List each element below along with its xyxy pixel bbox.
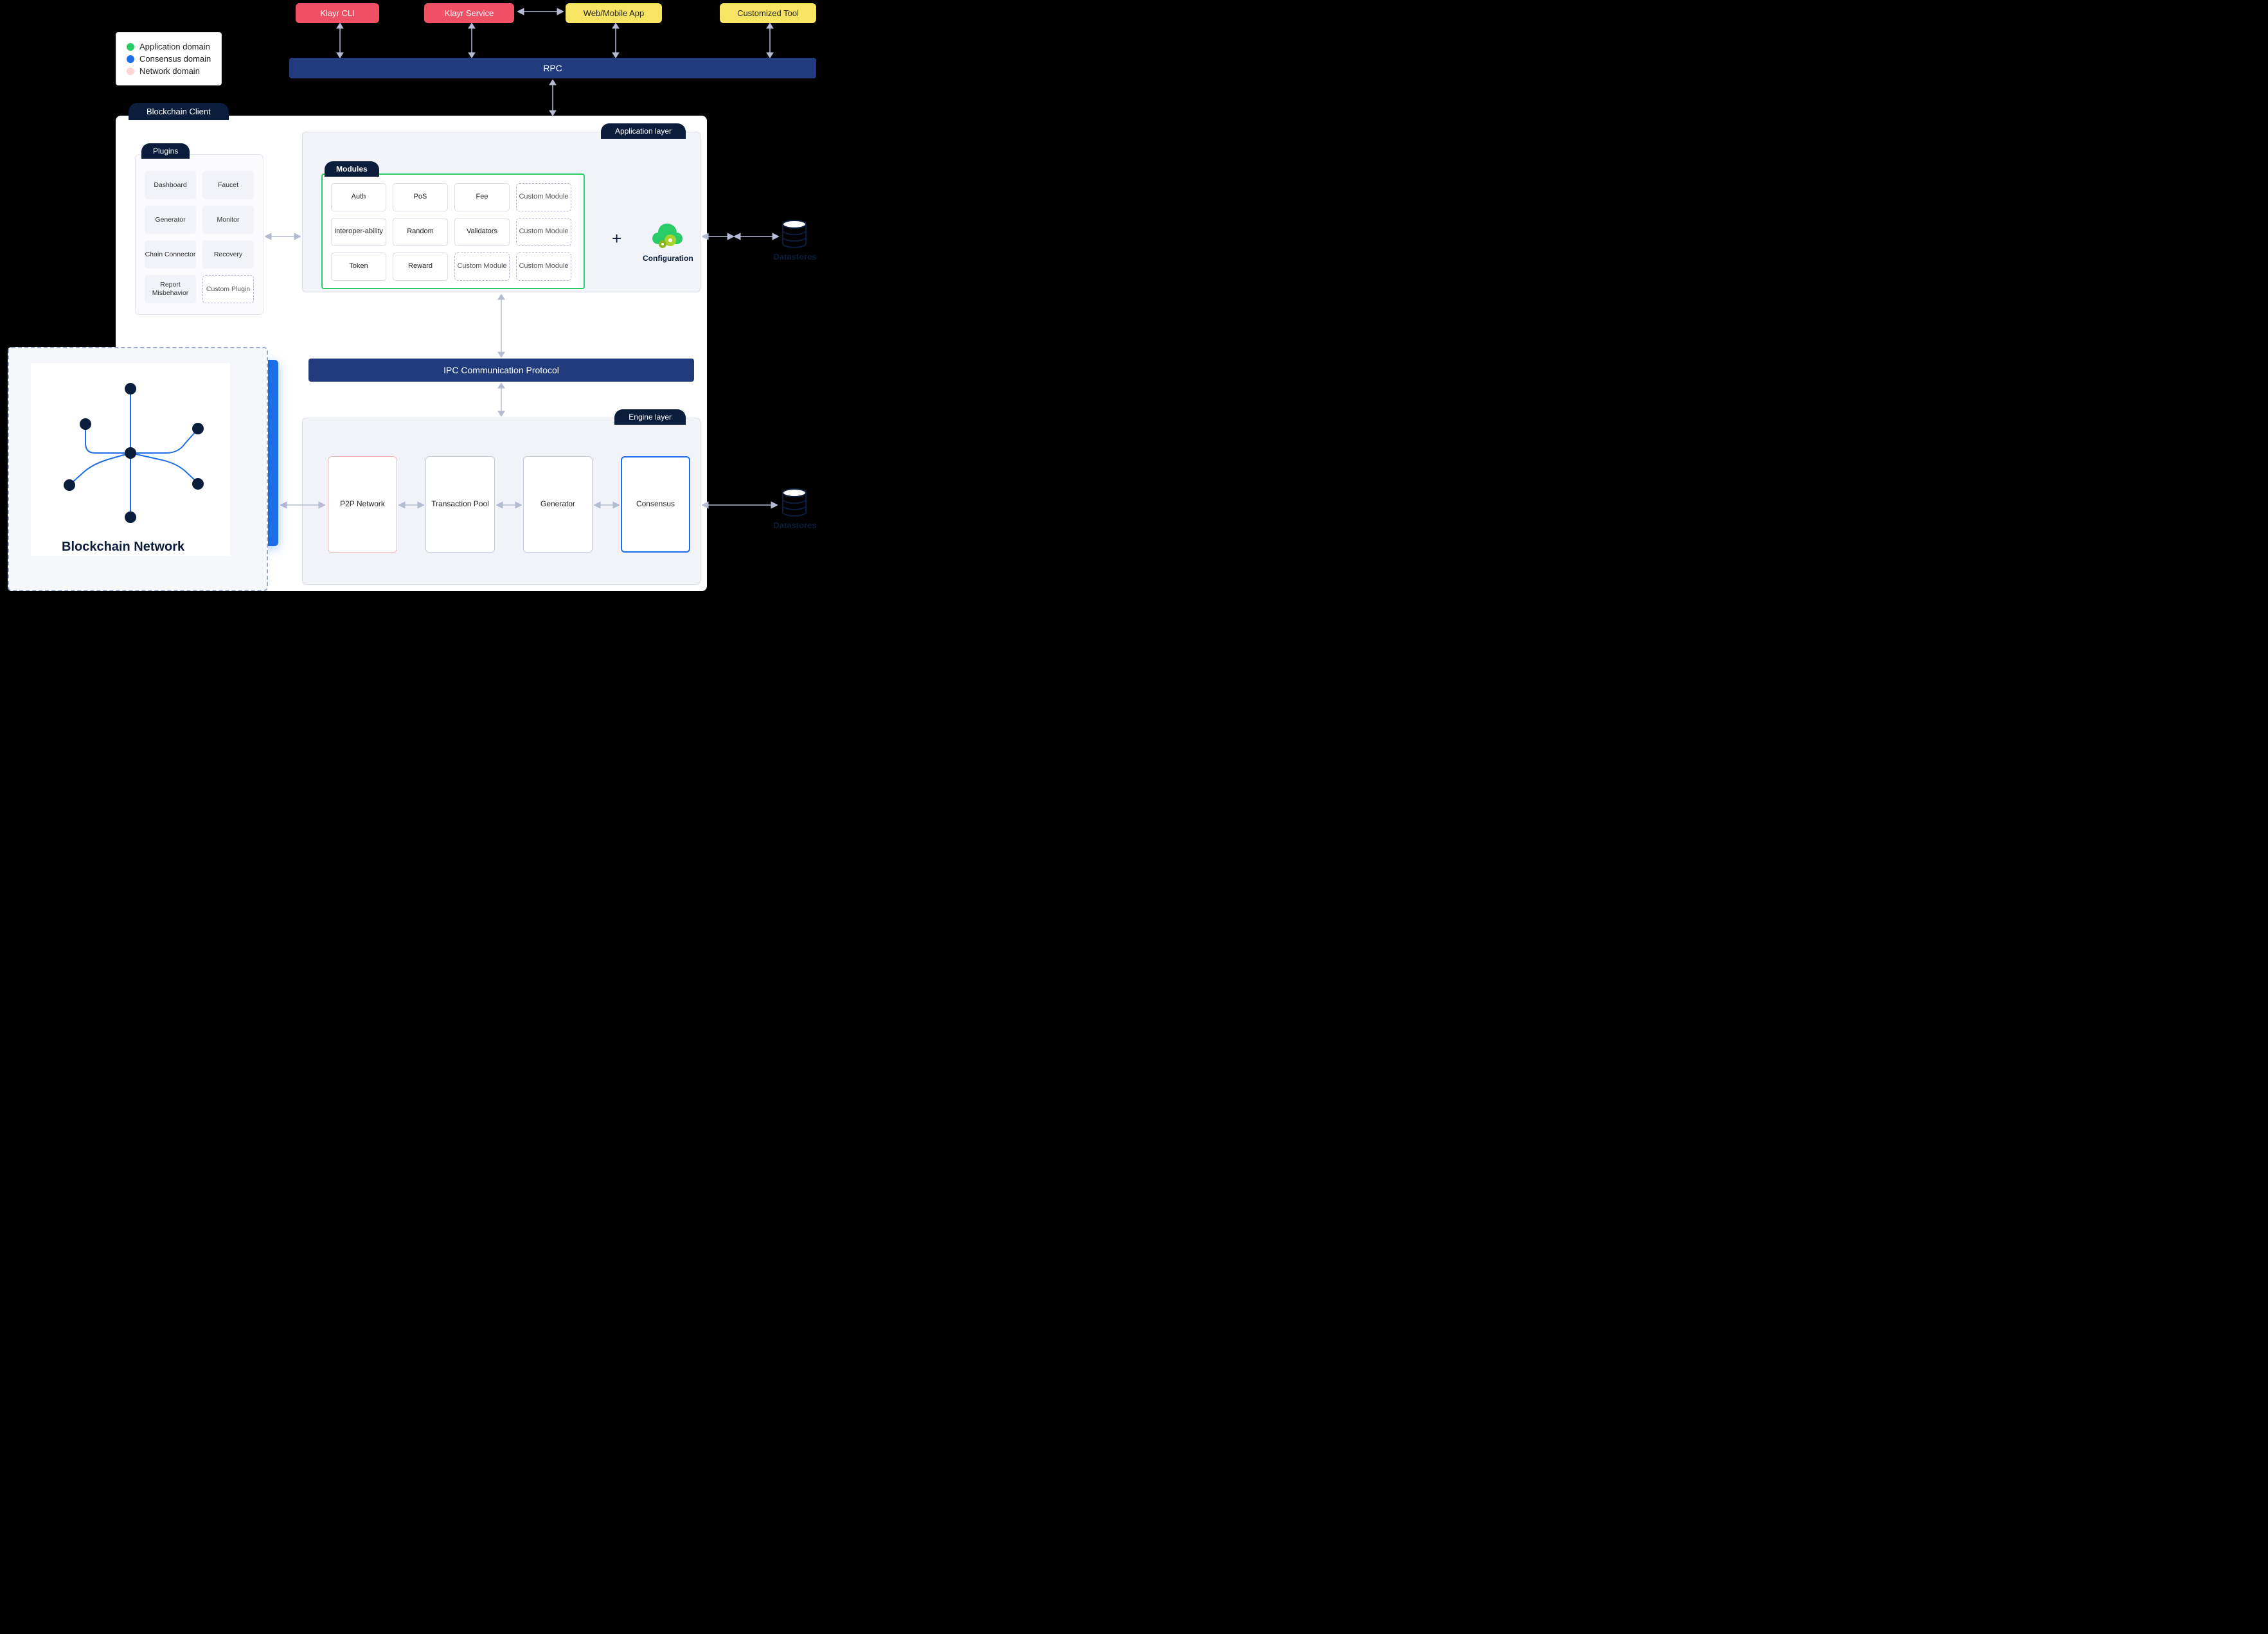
plugin-monitor: Monitor <box>202 206 254 234</box>
module-token: Token <box>331 253 386 281</box>
datastores-icon-1 <box>779 218 810 249</box>
legend-dot-app <box>127 43 134 51</box>
module-auth: Auth <box>331 183 386 211</box>
engine-layer-tab: Engine layer <box>614 409 686 425</box>
plugins-grid: Dashboard Faucet Generator Monitor Chain… <box>145 171 254 303</box>
module-interop: Interoper-ability <box>331 218 386 246</box>
legend-network: Network domain <box>139 66 200 76</box>
configuration-label: Configuration <box>643 254 693 263</box>
legend-dot-consensus <box>127 55 134 63</box>
datastores-icon-2 <box>779 487 810 518</box>
top-klayr-service: Klayr Service <box>424 3 514 23</box>
top-tool: Customized Tool <box>720 3 816 23</box>
engine-pool: Transaction Pool <box>425 456 495 553</box>
module-random: Random <box>393 218 448 246</box>
module-custom-1: Custom Module <box>516 183 571 211</box>
network-title: Blockchain Network <box>62 540 184 555</box>
engine-p2p: P2P Network <box>328 456 397 553</box>
blockchain-network-inner <box>31 363 230 556</box>
module-reward: Reward <box>393 253 448 281</box>
legend-app: Application domain <box>139 42 210 51</box>
datastores-label-1: Datastores <box>772 252 817 262</box>
datastores-label-2: Datastores <box>772 520 817 530</box>
plugin-faucet: Faucet <box>202 171 254 199</box>
engine-generator: Generator <box>523 456 593 553</box>
cloud-gear-icon <box>651 218 684 249</box>
module-fee: Fee <box>454 183 510 211</box>
top-webapp: Web/Mobile App <box>566 3 662 23</box>
legend-dot-network <box>127 67 134 75</box>
legend-card: Application domain Consensus domain Netw… <box>116 32 222 85</box>
plus-icon: + <box>612 229 621 249</box>
module-custom-4: Custom Module <box>516 253 571 281</box>
legend-consensus: Consensus domain <box>139 54 211 64</box>
module-custom-2: Custom Module <box>516 218 571 246</box>
configuration-block: Configuration <box>643 218 693 263</box>
modules-grid: Auth PoS Fee Custom Module Interoper-abi… <box>331 183 575 281</box>
top-klayr-cli: Klayr CLI <box>296 3 379 23</box>
network-graph-icon <box>31 363 230 537</box>
plugin-report: Report Misbehavior <box>145 275 196 303</box>
plugin-dashboard: Dashboard <box>145 171 196 199</box>
plugins-tab: Plugins <box>141 143 190 159</box>
ipc-bar: IPC Communication Protocol <box>308 359 694 382</box>
rpc-bar: RPC <box>289 58 816 78</box>
module-validators: Validators <box>454 218 510 246</box>
modules-tab: Modules <box>325 161 379 177</box>
client-tab: Blockchain Client <box>129 103 229 120</box>
plugin-chain-connector: Chain Connector <box>145 240 196 269</box>
plugin-generator: Generator <box>145 206 196 234</box>
module-pos: PoS <box>393 183 448 211</box>
plugin-recovery: Recovery <box>202 240 254 269</box>
module-custom-3: Custom Module <box>454 253 510 281</box>
engine-consensus: Consensus <box>621 456 690 553</box>
app-layer-tab: Application layer <box>601 123 686 139</box>
plugin-custom: Custom Plugin <box>202 275 254 303</box>
